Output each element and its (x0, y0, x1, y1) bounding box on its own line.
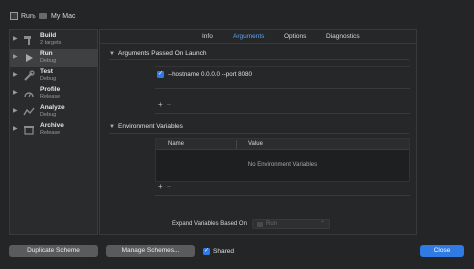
sidebar-item-analyze[interactable]: ▶ Analyze Debug (10, 103, 98, 121)
environment-variables-table: Name Value No Environment Variables (155, 138, 410, 182)
profile-gauge-icon (24, 92, 34, 98)
tab-info[interactable]: Info (202, 33, 213, 40)
close-button[interactable]: Close (420, 245, 464, 257)
tab-arguments[interactable]: Arguments (233, 33, 264, 40)
manage-schemes-button[interactable]: Manage Schemes... (106, 245, 195, 257)
wrench-icon (24, 70, 35, 81)
disclosure-arrow-icon[interactable]: ▶ (13, 89, 19, 97)
sidebar-item-profile[interactable]: ▶ Profile Release (10, 85, 98, 103)
disclosure-arrow-icon[interactable]: ▶ (13, 107, 19, 115)
column-header-name[interactable]: Name (168, 141, 184, 147)
table-header: Name Value (156, 139, 409, 150)
sidebar-item-subtitle: Debug (40, 58, 57, 64)
arguments-add-remove: + − (158, 100, 171, 109)
scheme-name: Run (21, 12, 34, 20)
add-env-variable-button[interactable]: + (158, 182, 163, 191)
mac-icon (39, 13, 47, 19)
column-divider (236, 140, 237, 149)
arguments-section-title: Arguments Passed On Launch (118, 50, 207, 57)
argument-value[interactable]: --hostname 0.0.0.0 --port 8080 (168, 71, 252, 78)
disclosure-arrow-icon[interactable]: ▶ (13, 53, 19, 61)
env-add-remove: + − (158, 182, 171, 191)
destination-name: My Mac (51, 12, 76, 20)
sidebar-item-title: Test (40, 68, 53, 75)
chevron-right-icon: › (33, 11, 36, 21)
play-icon (26, 54, 33, 62)
disclosure-triangle-icon[interactable]: ▼ (109, 51, 115, 57)
sidebar-item-title: Profile (40, 86, 61, 93)
shared-label: Shared (213, 248, 234, 255)
scheme-editor-panel: Info Arguments Options Diagnostics ▼ Arg… (99, 29, 417, 235)
sidebar-item-title: Archive (40, 122, 64, 129)
remove-argument-button[interactable]: − (167, 100, 172, 109)
chevron-updown-icon: ⌃ (319, 221, 325, 227)
analyze-icon (23, 107, 35, 116)
scheme-actions-sidebar: ▶ Build 2 targets ▶ Run Debug ▶ Test Deb… (9, 29, 98, 235)
sidebar-item-subtitle: Release (40, 94, 61, 100)
disclosure-triangle-icon[interactable]: ▼ (109, 124, 115, 130)
shared-toggle[interactable]: ✓ Shared (203, 247, 234, 256)
sidebar-item-build[interactable]: ▶ Build 2 targets (10, 31, 98, 49)
shared-checkbox[interactable]: ✓ (203, 248, 210, 255)
hammer-icon (24, 36, 31, 45)
tab-options[interactable]: Options (284, 33, 306, 40)
arguments-section-header[interactable]: ▼ Arguments Passed On Launch (109, 50, 207, 57)
sidebar-item-run[interactable]: ▶ Run Debug (10, 49, 98, 67)
remove-env-variable-button[interactable]: − (167, 182, 172, 191)
disclosure-arrow-icon[interactable]: ▶ (13, 35, 19, 43)
sidebar-item-title: Run (40, 50, 53, 57)
destination-selector[interactable]: My Mac (39, 11, 76, 21)
env-section-title: Environment Variables (118, 123, 183, 130)
sidebar-item-subtitle: Debug (40, 112, 57, 118)
disclosure-arrow-icon[interactable]: ▶ (13, 125, 19, 133)
env-section-header[interactable]: ▼ Environment Variables (109, 123, 183, 130)
sidebar-item-archive[interactable]: ▶ Archive Release (10, 121, 98, 139)
disclosure-arrow-icon[interactable]: ▶ (13, 71, 19, 79)
empty-table-message: No Environment Variables (247, 162, 318, 168)
sidebar-item-subtitle: Release (40, 130, 61, 136)
sidebar-item-test[interactable]: ▶ Test Debug (10, 67, 98, 85)
arguments-list: ✓ --hostname 0.0.0.0 --port 8080 (155, 66, 410, 106)
expand-variables-label: Expand Variables Based On (172, 221, 247, 227)
env-bottom-divider (155, 195, 410, 196)
arguments-bottom-divider (155, 113, 410, 114)
duplicate-scheme-button[interactable]: Duplicate Scheme (9, 245, 98, 257)
scheme-toolbar: Run › My Mac (0, 0, 474, 30)
expand-variables-popup[interactable]: Run ⌃ (252, 219, 330, 229)
sidebar-item-subtitle: 2 targets (40, 40, 62, 46)
column-header-value[interactable]: Value (248, 141, 263, 147)
scheme-icon (257, 222, 263, 227)
scheme-icon (10, 12, 18, 20)
tab-bar: Info Arguments Options Diagnostics (100, 30, 417, 44)
sidebar-item-title: Analyze (40, 104, 65, 111)
argument-row-divider (155, 88, 410, 89)
section-divider (109, 59, 409, 60)
sidebar-item-title: Build (40, 32, 57, 39)
tab-diagnostics[interactable]: Diagnostics (326, 33, 360, 40)
archive-box-icon (24, 126, 34, 135)
scheme-selector[interactable]: Run (10, 11, 34, 21)
argument-enabled-checkbox[interactable]: ✓ (157, 71, 164, 78)
section-divider (109, 133, 409, 134)
add-argument-button[interactable]: + (158, 100, 163, 109)
expand-variables-value: Run (266, 221, 278, 227)
sidebar-item-subtitle: Debug (40, 76, 57, 82)
